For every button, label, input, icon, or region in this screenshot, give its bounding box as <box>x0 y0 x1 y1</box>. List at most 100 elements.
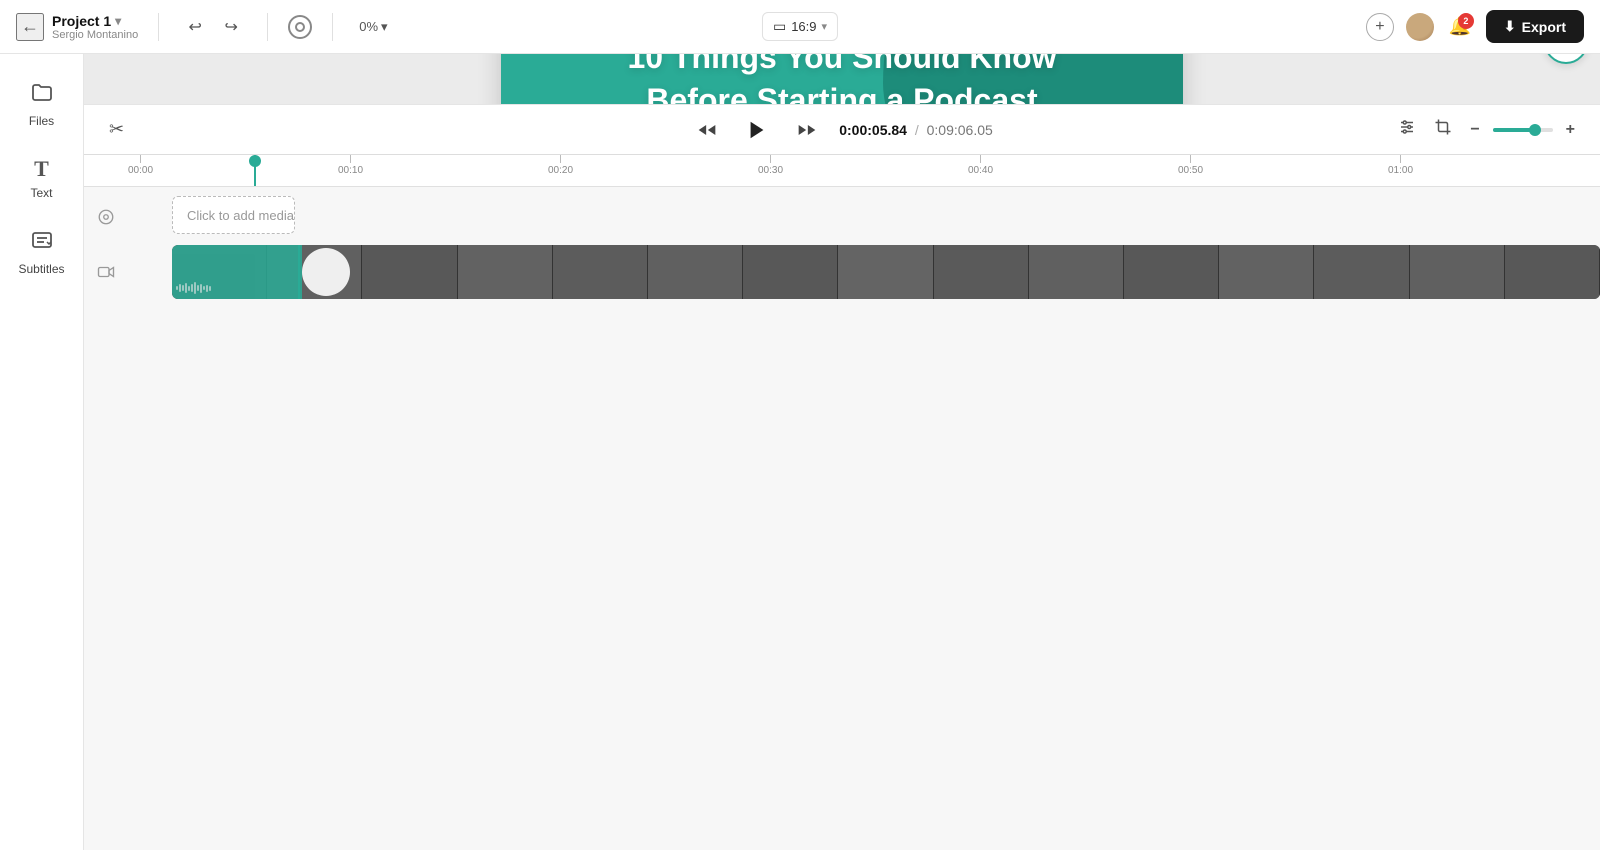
play-button[interactable] <box>739 112 775 148</box>
scissors-group: ✂ <box>104 114 129 145</box>
ruler-label: 00:20 <box>548 165 573 176</box>
add-media-label: Click to add media <box>187 208 294 223</box>
ruler-label: 01:00 <box>1388 165 1413 176</box>
timeline: 00:00 00:10 00:20 00:30 <box>84 154 1600 850</box>
zoom-in-icon: + <box>1566 121 1575 138</box>
video-thumb-6 <box>648 245 743 299</box>
ruler-label: 00:00 <box>128 165 153 176</box>
main-layout: Files T Text Subtitles <box>0 54 1600 850</box>
ruler-marks-container: 00:00 00:10 00:20 00:30 <box>128 155 1600 186</box>
video-thumb-5 <box>553 245 648 299</box>
topbar-center: ▭ 16:9 ▾ <box>762 12 838 41</box>
wave-bar <box>194 282 196 294</box>
topbar-right: + 🔔 2 ⬇ Export <box>1366 10 1584 43</box>
timeline-ruler: 00:00 00:10 00:20 00:30 <box>84 155 1600 187</box>
undo-redo-group: ↩ ↪ <box>179 11 247 43</box>
undo-button[interactable]: ↩ <box>179 11 211 43</box>
playhead-track <box>298 245 300 299</box>
playback-right-controls: − + <box>1393 113 1580 146</box>
wave-bar <box>203 286 205 290</box>
video-track[interactable] <box>172 245 1600 299</box>
preview-title-line1: 10 Things You Should Know <box>627 54 1056 75</box>
ruler-label: 00:40 <box>968 165 993 176</box>
mixer-button[interactable] <box>1393 113 1421 146</box>
zoom-label: 0% <box>359 19 378 34</box>
sidebar: Files T Text Subtitles <box>0 54 84 850</box>
content-area: 10 Things You Should Know Before Startin… <box>84 54 1600 850</box>
zoom-dropdown[interactable]: 0% ▾ <box>353 15 393 39</box>
video-thumb-4 <box>458 245 553 299</box>
sidebar-item-files[interactable]: Files <box>6 70 78 138</box>
redo-icon: ↪ <box>225 17 238 37</box>
ruler-mark-4: 00:40 <box>968 155 993 176</box>
sidebar-item-text[interactable]: T Text <box>6 146 78 210</box>
video-thumb-8 <box>838 245 933 299</box>
back-button[interactable]: ← <box>16 13 44 41</box>
wave-bar <box>188 286 190 291</box>
topbar: ← Project 1 ▾ Sergio Montanino ↩ ↪ 0% ▾ <box>0 0 1600 54</box>
ruler-mark-2: 00:20 <box>548 155 573 176</box>
video-track-row <box>84 243 1600 301</box>
record-button[interactable] <box>288 15 312 39</box>
preview-title: 10 Things You Should Know Before Startin… <box>501 54 1183 104</box>
wave-bar <box>179 284 181 292</box>
video-thumb-12 <box>1219 245 1314 299</box>
sidebar-item-text-label: Text <box>30 186 52 200</box>
redo-button[interactable]: ↪ <box>215 11 247 43</box>
project-user: Sergio Montanino <box>52 29 138 41</box>
wave-bar <box>200 284 202 293</box>
volume-slider[interactable] <box>1493 128 1553 132</box>
divider-3 <box>332 13 333 41</box>
preview: 10 Things You Should Know Before Startin… <box>501 54 1183 104</box>
ruler-label: 00:30 <box>758 165 783 176</box>
crop-button[interactable] <box>1429 113 1457 146</box>
ruler-tick <box>560 155 561 163</box>
video-thumbnail-strip <box>172 245 1600 299</box>
ruler-label: 00:10 <box>338 165 363 176</box>
ruler-tick <box>1400 155 1401 163</box>
zoom-out-button[interactable]: − <box>1465 116 1484 144</box>
aspect-icon: ▭ <box>773 18 786 35</box>
project-info: Project 1 ▾ Sergio Montanino <box>52 13 138 41</box>
wave-bar <box>185 283 187 293</box>
playback-bar: ✂ 0:00:05.84 / 0:09:06 <box>84 104 1600 154</box>
video-thumb-11 <box>1124 245 1219 299</box>
sidebar-item-subtitles[interactable]: Subtitles <box>6 218 78 286</box>
ruler-tick <box>350 155 351 163</box>
forward-button[interactable] <box>791 114 823 146</box>
divider-1 <box>158 13 159 41</box>
add-media-row: Click to add media <box>84 195 1600 239</box>
ruler-mark-1: 00:10 <box>338 155 363 176</box>
back-icon: ← <box>21 16 39 37</box>
video-thumb-9 <box>934 245 1029 299</box>
add-media-button[interactable]: Click to add media <box>172 196 295 234</box>
profile-circle <box>302 248 350 296</box>
ruler-mark-0: 00:00 <box>128 155 153 176</box>
notification-button[interactable]: 🔔 2 <box>1446 13 1474 41</box>
time-display: 0:00:05.84 / 0:09:06.05 <box>839 122 993 138</box>
aspect-chevron-icon: ▾ <box>822 20 828 33</box>
video-thumb-7 <box>743 245 838 299</box>
export-label: Export <box>1522 19 1566 35</box>
preview-title-line2: Before Starting a Podcast <box>646 82 1037 104</box>
avatar[interactable] <box>1406 13 1434 41</box>
project-name[interactable]: Project 1 ▾ <box>52 13 138 29</box>
rewind-button[interactable] <box>691 114 723 146</box>
text-icon: T <box>34 156 49 182</box>
scissors-button[interactable]: ✂ <box>104 114 129 145</box>
export-button[interactable]: ⬇ Export <box>1486 10 1584 43</box>
aspect-label: 16:9 <box>791 19 816 34</box>
subtitles-icon <box>30 228 54 258</box>
ruler-tick <box>770 155 771 163</box>
divider-2 <box>267 13 268 41</box>
video-thumb-10 <box>1029 245 1124 299</box>
aspect-ratio-button[interactable]: ▭ 16:9 ▾ <box>762 12 838 41</box>
wave-bar <box>197 285 199 291</box>
zoom-in-button[interactable]: + <box>1561 116 1580 144</box>
teal-clip-overlay <box>172 245 302 299</box>
record-inner <box>295 22 305 32</box>
magic-button[interactable] <box>1544 54 1588 64</box>
add-member-button[interactable]: + <box>1366 13 1394 41</box>
ruler-tick <box>1190 155 1191 163</box>
wave-bar <box>182 285 184 291</box>
